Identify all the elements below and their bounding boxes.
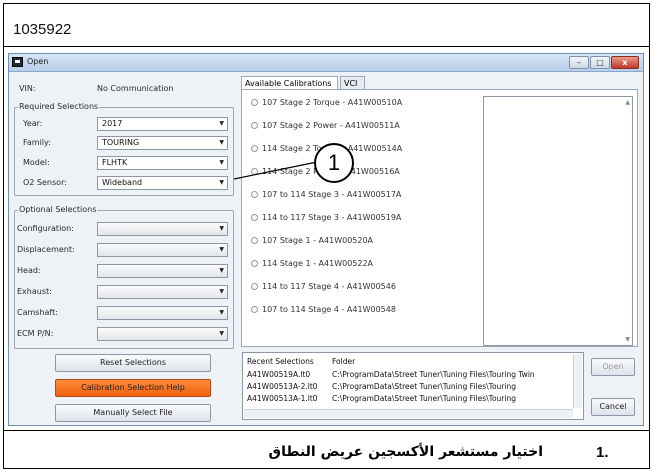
callout-leader xyxy=(233,161,318,180)
caption-number: 1. xyxy=(596,444,609,461)
callout-marker: 1 xyxy=(314,143,354,183)
caption-text: اختيار مستشعر الأكسجين عريض النطاق xyxy=(268,444,543,460)
